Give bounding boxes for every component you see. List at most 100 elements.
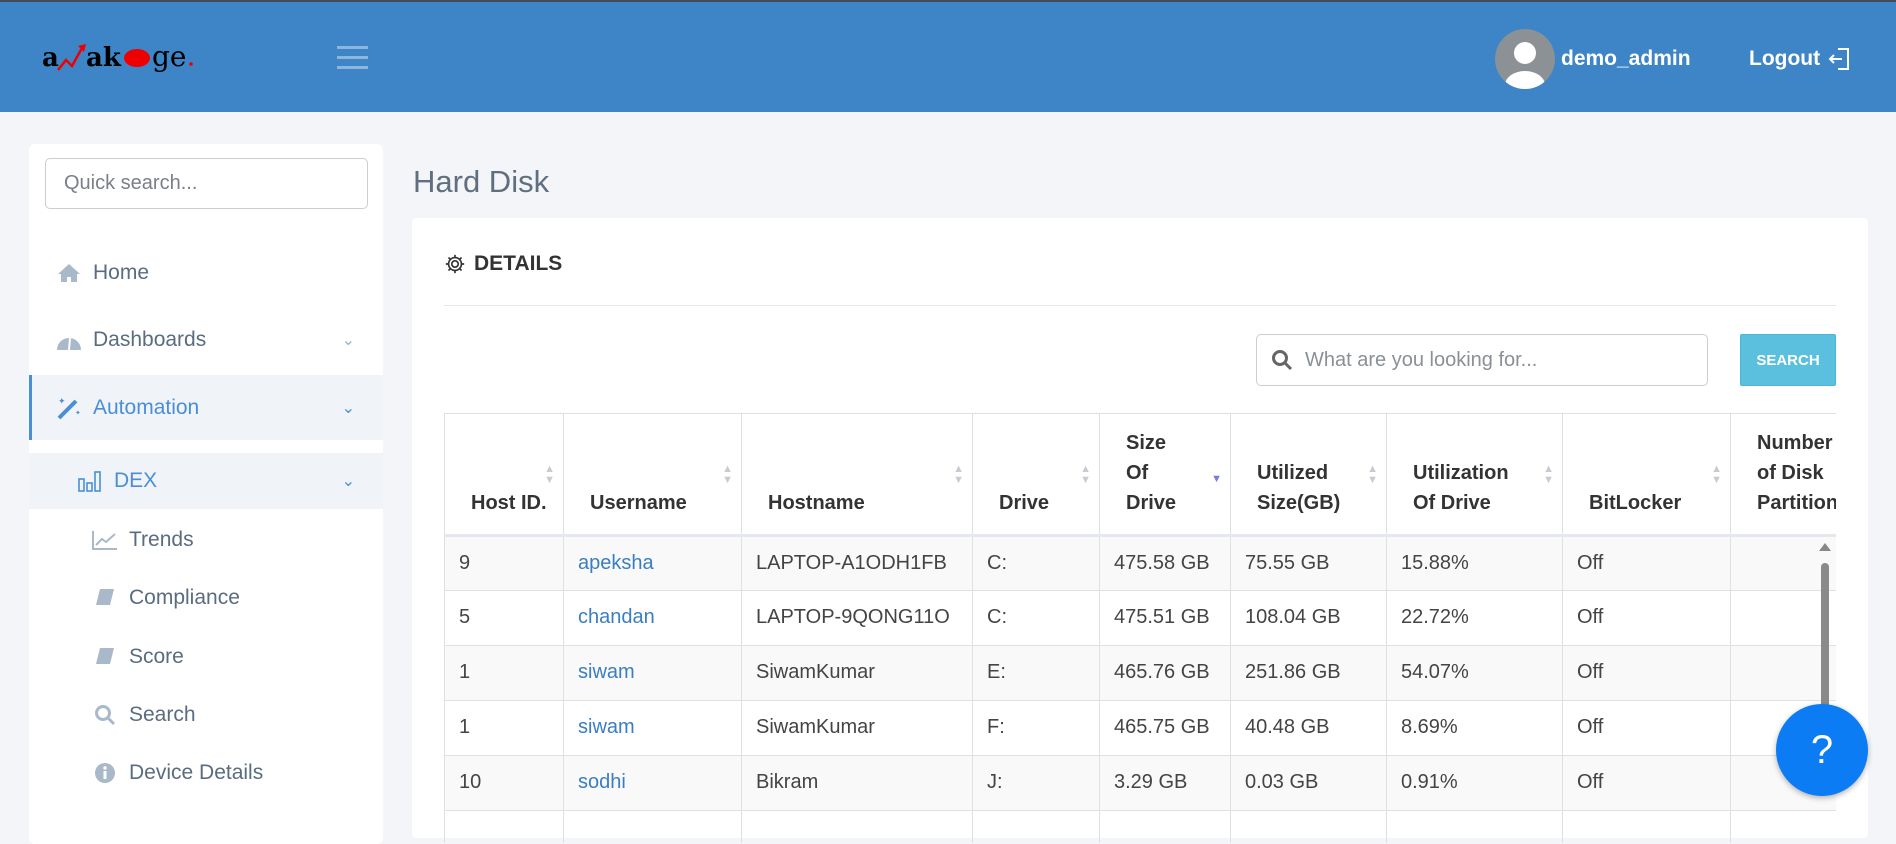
section-title: DETAILS <box>474 252 563 275</box>
dashboard-gauge-icon <box>55 329 83 351</box>
table-cell <box>1730 810 1836 843</box>
cell-value: 75.55 GB <box>1245 551 1330 574</box>
table-cell: E: <box>972 645 1100 701</box>
divider <box>444 305 1836 306</box>
column-header[interactable]: Size Of Drive ▼ <box>1099 414 1231 537</box>
sort-icon[interactable]: ▲ ▼ <box>1367 464 1378 486</box>
table-cell: 475.58 GB <box>1099 535 1231 591</box>
username-link[interactable]: siwam <box>578 661 635 683</box>
table-cell: siwam <box>563 700 742 756</box>
cell-value: E: <box>987 661 1006 683</box>
home-icon <box>55 263 83 283</box>
column-header[interactable]: Drive ▲ ▼ <box>972 414 1100 537</box>
cell-value: F: <box>987 716 1005 738</box>
table-cell: LAPTOP-9QONG11O <box>741 590 973 646</box>
sidebar-item-dex[interactable]: DEX ⌄ <box>29 453 383 509</box>
table-cell: SiwamKumar <box>741 700 973 756</box>
cell-value: 54.07% <box>1401 661 1469 683</box>
table-cell: 3.29 GB <box>1099 755 1231 811</box>
cell-value: C: <box>987 551 1007 574</box>
table-cell: Off <box>1562 590 1731 646</box>
column-header[interactable]: Utilization Of Drive ▲ ▼ <box>1386 414 1563 537</box>
details-card: DETAILS SEARCH Host ID.▲▼Username▲▼Hostn… <box>412 218 1868 843</box>
avatar[interactable] <box>1495 29 1555 89</box>
sort-desc-icon[interactable]: ▼ <box>1211 474 1222 485</box>
sidebar-item-device-details[interactable]: Device Details <box>29 752 383 794</box>
column-header[interactable]: Hostname ▲ ▼ <box>741 414 973 537</box>
table-row: 10 sodhi Bikram J: 3.29 GB 0.03 GB 0.91% Off <box>444 755 1836 811</box>
table-cell: C: <box>972 590 1100 646</box>
cell-value: 1 <box>459 661 471 683</box>
username-link[interactable]: siwam <box>578 716 635 738</box>
column-header[interactable]: Number of Disk Partitions▲▼ <box>1730 414 1836 537</box>
column-header[interactable]: BitLocker ▲ ▼ <box>1562 414 1731 537</box>
help-button[interactable]: ? <box>1776 704 1868 796</box>
svg-text:a: a <box>42 43 59 73</box>
table-cell: 40.48 GB <box>1230 700 1387 756</box>
username-label[interactable]: demo_admin <box>1561 47 1691 71</box>
svg-text:ge: ge <box>152 40 187 73</box>
table-cell: Off <box>1562 645 1731 701</box>
search-button[interactable]: SEARCH <box>1740 334 1836 386</box>
sidebar-item-label: Score <box>129 645 184 668</box>
cell-value: 3.29 GB <box>1114 771 1188 793</box>
sort-icon[interactable]: ▲ ▼ <box>1080 464 1091 486</box>
cell-value: 5 <box>459 606 471 628</box>
table-search-field[interactable] <box>1256 334 1708 386</box>
sort-icon[interactable]: ▲ ▼ <box>544 464 555 486</box>
table-cell <box>1230 810 1387 843</box>
sort-icon[interactable]: ▲ ▼ <box>1711 464 1722 486</box>
cell-value: J: <box>987 771 1003 793</box>
table-cell: 10 <box>444 755 564 811</box>
cell-value: C: <box>987 606 1007 628</box>
svg-text:ak: ak <box>86 43 122 73</box>
cell-value: Bikram <box>756 771 819 793</box>
table-cell: 1 <box>444 700 564 756</box>
username-link[interactable]: apeksha <box>578 552 654 574</box>
sidebar-item-automation[interactable]: ✦ ✦ Automation ⌄ <box>29 375 383 440</box>
sort-icon[interactable]: ▲ ▼ <box>1543 464 1554 486</box>
sidebar-item-score[interactable]: Score <box>29 636 383 678</box>
table-cell: siwam <box>563 645 742 701</box>
sidebar-item-compliance[interactable]: Compliance <box>29 577 383 619</box>
magic-wand-icon: ✦ ✦ <box>55 395 83 421</box>
sort-icon[interactable]: ▲ ▼ <box>722 464 733 486</box>
table-cell: sodhi <box>563 755 742 811</box>
username-link[interactable]: sodhi <box>578 771 626 793</box>
quick-search-input[interactable] <box>45 158 368 209</box>
menu-toggle-button[interactable] <box>337 46 368 70</box>
sidebar: Home Dashboards ⌄ ✦✦ Automation ⌄ DEX ⌄ … <box>29 144 383 844</box>
cell-value: 475.51 GB <box>1114 606 1210 628</box>
table-cell: apeksha <box>563 535 742 591</box>
gear-icon <box>445 254 465 274</box>
column-header[interactable]: Utilized Size(GB) ▲ ▼ <box>1230 414 1387 537</box>
username-link[interactable]: chandan <box>578 606 655 628</box>
sidebar-item-home[interactable]: Home <box>29 252 383 294</box>
table-cell: SiwamKumar <box>741 645 973 701</box>
sidebar-item-trends[interactable]: Trends <box>29 519 383 561</box>
sidebar-item-label: Compliance <box>129 586 240 609</box>
cell-value: 22.72% <box>1401 606 1469 628</box>
column-header-label: BitLocker <box>1589 491 1682 514</box>
table-search-input[interactable] <box>1305 348 1685 372</box>
column-header-label: Drive <box>999 491 1050 514</box>
table-cell: Off <box>1562 700 1731 756</box>
cell-value: 15.88% <box>1401 551 1469 574</box>
sidebar-item-search[interactable]: Search <box>29 694 383 736</box>
chevron-down-icon: ⌄ <box>341 332 355 349</box>
cell-value: SiwamKumar <box>756 661 875 683</box>
column-header-label: Utilization Of Drive <box>1413 461 1509 514</box>
anakage-logo[interactable]: a ak ge <box>42 36 242 96</box>
cell-value: Off <box>1577 661 1604 683</box>
sort-icon[interactable]: ▲ ▼ <box>953 464 964 486</box>
logout-button[interactable]: Logout <box>1749 47 1850 71</box>
column-header[interactable]: Username ▲ ▼ <box>563 414 742 537</box>
cell-value: 8.69% <box>1401 716 1458 738</box>
cell-value: 465.75 GB <box>1114 716 1210 738</box>
sidebar-item-label: Automation <box>93 395 200 419</box>
cell-value: LAPTOP-9QONG11O <box>756 606 950 628</box>
sidebar-item-dashboards[interactable]: Dashboards ⌄ <box>29 319 383 361</box>
cell-value: 9 <box>459 551 471 574</box>
column-header[interactable]: Host ID. ▲ ▼ <box>444 414 564 537</box>
table-cell: 15.88% <box>1386 535 1563 591</box>
